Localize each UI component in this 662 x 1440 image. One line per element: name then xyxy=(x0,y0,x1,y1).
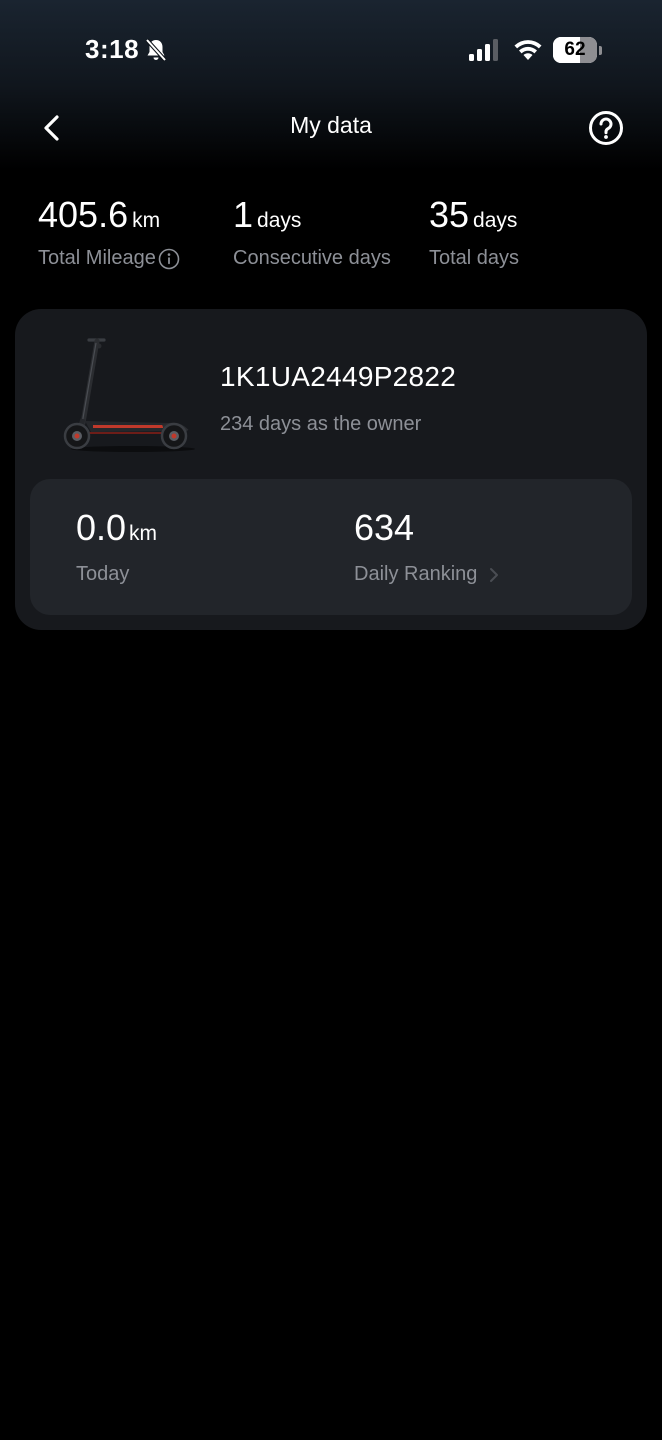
wifi-icon xyxy=(514,40,542,60)
consecutive-days-unit: days xyxy=(257,209,302,232)
total-mileage-unit: km xyxy=(132,209,161,232)
vehicle-stats-panel: 0.0 km Today 634 Daily Ranking xyxy=(30,479,632,615)
status-bar: 3:18 62 xyxy=(0,0,662,100)
stat-total-days: 35 days Total days xyxy=(429,194,519,270)
page-title: My data xyxy=(290,112,372,138)
vehicle-serial: 1K1UA2449P2822 xyxy=(220,361,457,392)
bell-slash-icon xyxy=(145,38,167,62)
total-days-value: 35 xyxy=(429,194,470,235)
ownership-duration: 234 days as the owner xyxy=(220,413,422,435)
battery-body: 62 xyxy=(553,37,597,63)
help-button[interactable] xyxy=(586,108,626,148)
question-circle-icon xyxy=(589,111,623,145)
battery-icon: 62 xyxy=(553,37,603,63)
today-mileage-value: 0.0 xyxy=(76,507,127,548)
daily-ranking-button[interactable]: 634 Daily Ranking xyxy=(354,507,501,586)
vehicle-card: 1K1UA2449P2822 234 days as the owner 0.0… xyxy=(15,309,647,630)
today-mileage: 0.0 km Today xyxy=(76,507,157,586)
battery-level: 62 xyxy=(564,39,586,60)
battery-cap xyxy=(599,46,602,55)
consecutive-days-label: Consecutive days xyxy=(233,247,391,269)
stat-consecutive-days: 1 days Consecutive days xyxy=(233,194,391,270)
info-icon[interactable] xyxy=(158,248,180,270)
total-mileage-value: 405.6 xyxy=(38,194,129,235)
total-days-label: Total days xyxy=(429,247,520,269)
status-time: 3:18 xyxy=(85,34,140,64)
today-mileage-unit: km xyxy=(129,522,158,545)
today-label: Today xyxy=(76,563,130,585)
cellular-signal-icon xyxy=(469,39,498,61)
total-mileage-label: Total Mileage xyxy=(38,247,156,269)
scooter-image xyxy=(63,338,195,452)
consecutive-days-value: 1 xyxy=(233,194,254,235)
stat-total-mileage: 405.6 km Total Mileage xyxy=(38,194,180,270)
chevron-right-icon xyxy=(490,567,499,582)
daily-ranking-value: 634 xyxy=(354,507,415,548)
daily-ranking-label: Daily Ranking xyxy=(354,563,478,585)
total-days-unit: days xyxy=(473,209,518,232)
